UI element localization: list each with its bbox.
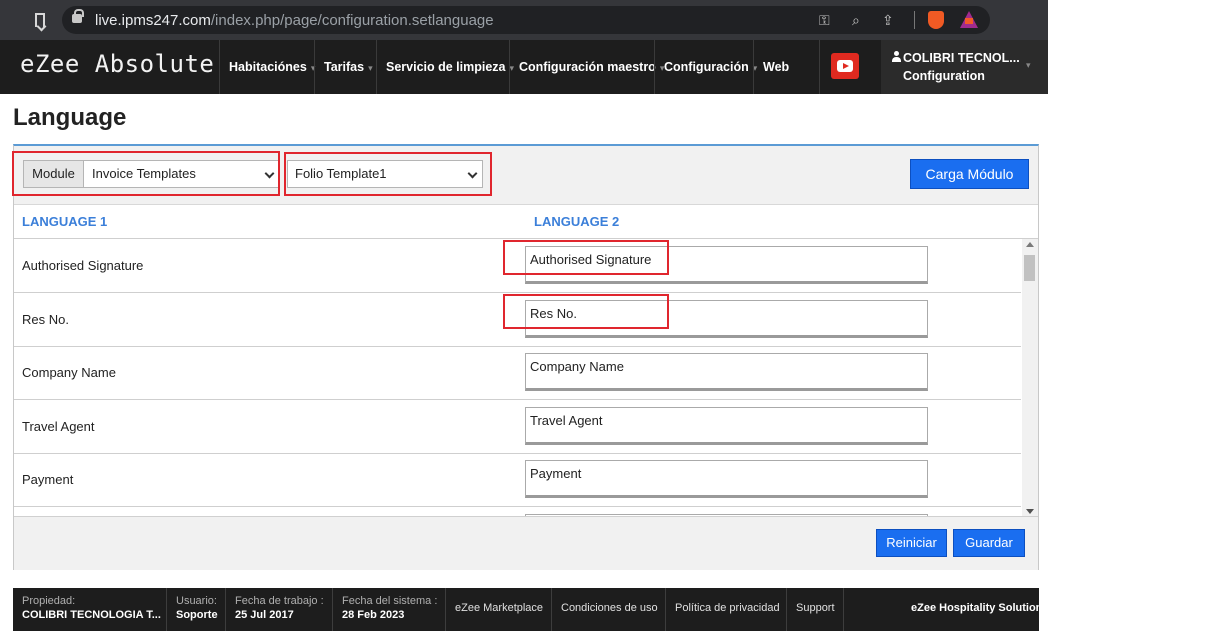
annotation-box [12, 151, 280, 196]
annotation-box [503, 294, 669, 329]
brand-logo[interactable]: eZee Absolute [20, 50, 214, 78]
scroll-up-icon[interactable] [1026, 242, 1034, 247]
user-section: Configuration [903, 69, 985, 83]
footer-link-label: Condiciones de uso [561, 602, 658, 614]
save-button[interactable]: Guardar [953, 529, 1025, 557]
app-window: live.ipms247.com/index.php/page/configur… [0, 0, 1213, 634]
annotation-box [503, 240, 669, 275]
url-text: live.ipms247.com/index.php/page/configur… [95, 12, 494, 29]
user-label: Usuario: [176, 595, 217, 607]
row-label: Travel Agent [22, 419, 95, 434]
translation-row-partial [14, 507, 1021, 516]
nav-label: Servicio de limpieza [386, 60, 506, 74]
main-nav: eZee Absolute Habitaciónes ▾ Tarifas ▾ Ser… [0, 40, 1048, 94]
status-bar: Propiedad: COLIBRI TECNOLOGIA T... Usuar… [13, 588, 1043, 631]
user-name: COLIBRI TECNOL... [903, 51, 1020, 65]
nav-label: Configuración maestro [519, 60, 656, 74]
nav-configuracion[interactable]: Configuración ▾ [654, 40, 757, 94]
key-icon[interactable]: ⚿ [819, 12, 830, 28]
footer-link-support[interactable]: Support [786, 588, 843, 631]
footer-link-label: Política de privacidad [675, 602, 780, 614]
footer-link-marketplace[interactable]: eZee Marketplace [445, 588, 551, 631]
footer-link-privacy[interactable]: Política de privacidad [665, 588, 786, 631]
youtube-icon[interactable] [831, 53, 859, 79]
page-title: Language [13, 104, 127, 131]
work-date-value: 25 Jul 2017 [235, 609, 294, 621]
list-scrollbar[interactable] [1022, 239, 1038, 516]
property-info: Propiedad: COLIBRI TECNOLOGIA T... [13, 588, 166, 631]
brave-rewards-icon[interactable] [960, 11, 978, 28]
user-info: Usuario: Soporte [166, 588, 225, 631]
chevron-down-icon: ▾ [1026, 60, 1031, 70]
translation-input[interactable]: Payment [525, 460, 928, 498]
nav-label: Web [763, 60, 790, 74]
footer-link-label: eZee Marketplace [455, 602, 544, 614]
language-panel: Module Invoice Templates Folio Template1… [12, 144, 1039, 570]
nav-web[interactable]: Web [753, 40, 819, 94]
zoom-icon[interactable]: ⌕ [852, 12, 860, 28]
work-date-info: Fecha de trabajo : 25 Jul 2017 [225, 588, 332, 631]
language-2-header: LANGUAGE 2 [534, 214, 620, 229]
language-1-header: LANGUAGE 1 [22, 214, 108, 229]
bookmark-icon[interactable] [35, 13, 45, 27]
row-label: Company Name [22, 365, 116, 380]
nav-servicio-limpieza[interactable]: Servicio de limpieza ▾ [376, 40, 514, 94]
load-module-button[interactable]: Carga Módulo [910, 159, 1029, 189]
system-date-label: Fecha del sistema : [342, 595, 438, 607]
toolbar-divider [914, 11, 915, 29]
share-icon[interactable]: ⇪ [882, 12, 894, 28]
footer-link-terms[interactable]: Condiciones de uso [551, 588, 665, 631]
translation-input[interactable]: Company Name [525, 353, 928, 391]
brave-shield-icon[interactable] [928, 11, 944, 29]
play-icon [837, 60, 853, 72]
row-label: Res No. [22, 312, 69, 327]
translation-row: Payment Payment [14, 453, 1021, 507]
translation-list[interactable]: Authorised Signature Authorised Signatur… [14, 238, 1038, 516]
nav-label: Tarifas [324, 60, 365, 74]
row-label: Authorised Signature [22, 258, 144, 273]
nav-habitaciones[interactable]: Habitaciónes ▾ [219, 40, 315, 94]
url-host: live.ipms247.com [95, 12, 211, 29]
nav-label: Habitaciónes [229, 60, 307, 74]
language-columns-header: LANGUAGE 1 LANGUAGE 2 [14, 204, 1038, 238]
user-icon [892, 51, 901, 62]
translation-input[interactable]: Travel Agent [525, 407, 928, 445]
translation-row: Travel Agent Travel Agent [14, 400, 1021, 454]
nav-label: Configuración [664, 60, 749, 74]
browser-toolbar: live.ipms247.com/index.php/page/configur… [0, 0, 1048, 40]
panel-actions: Reiniciar Guardar [14, 516, 1038, 570]
property-label: Propiedad: [22, 595, 76, 607]
nav-configuracion-maestro[interactable]: Configuración maestro ▾ [509, 40, 664, 94]
system-date-value: 28 Feb 2023 [342, 609, 405, 621]
system-date-info: Fecha del sistema : 28 Feb 2023 [332, 588, 445, 631]
work-date-label: Fecha de trabajo : [235, 595, 324, 607]
annotation-box [284, 152, 492, 196]
footer-link-label: Support [796, 602, 835, 614]
scroll-thumb[interactable] [1024, 255, 1035, 281]
nav-youtube[interactable] [819, 40, 881, 94]
scroll-down-icon[interactable] [1026, 509, 1034, 514]
user-menu[interactable]: COLIBRI TECNOL... Configuration ▾ [881, 40, 1048, 94]
chevron-down-icon: ▾ [368, 63, 373, 73]
address-bar[interactable]: live.ipms247.com/index.php/page/configur… [62, 6, 990, 34]
lock-icon[interactable] [72, 9, 84, 23]
user-value: Soporte [176, 609, 218, 621]
property-value: COLIBRI TECNOLOGIA T... [22, 609, 161, 621]
translation-row: Company Name Company Name [14, 346, 1021, 400]
url-path: /index.php/page/configuration.setlanguag… [210, 12, 494, 29]
reset-button[interactable]: Reiniciar [876, 529, 947, 557]
row-label: Payment [22, 472, 74, 487]
nav-tarifas[interactable]: Tarifas ▾ [314, 40, 376, 94]
footer-brand: eZee Hospitality Solution [911, 602, 1043, 614]
